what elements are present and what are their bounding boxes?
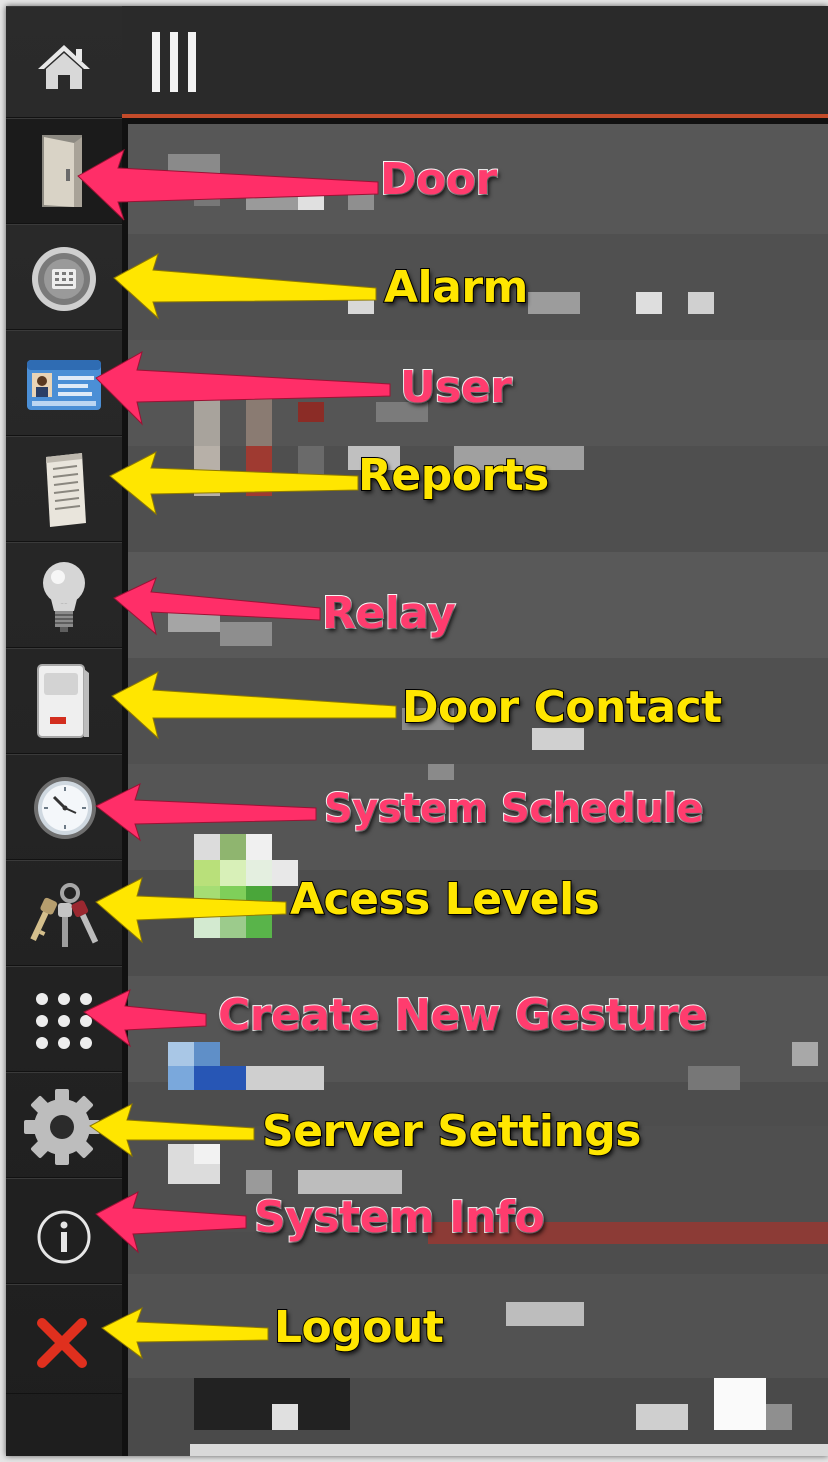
- annotation-relay: Relay: [321, 587, 457, 640]
- annotation-door: Door: [379, 153, 498, 206]
- arrow-system-schedule: [95, 783, 317, 842]
- arrow-logout: [101, 1306, 269, 1360]
- annotation-system-schedule: System Schedule: [323, 785, 705, 833]
- arrow-alarm: [113, 252, 377, 320]
- arrow-system-info: [95, 1190, 247, 1254]
- annotation-logout: Logout: [273, 1301, 445, 1354]
- app-window: Door Alarm User Reports Relay Door Conta…: [6, 6, 828, 1456]
- annotation-create-gesture: Create New Gesture: [217, 989, 709, 1042]
- arrow-server-settings: [89, 1102, 255, 1158]
- arrow-access-levels: [95, 877, 287, 944]
- annotation-reports: Reports: [357, 449, 550, 502]
- arrow-door: [77, 148, 379, 221]
- arrow-door-contact: [111, 671, 397, 740]
- annotation-system-info: System Info: [253, 1191, 546, 1244]
- arrow-relay: [113, 577, 321, 636]
- arrow-user: [95, 350, 391, 426]
- annotation-alarm: Alarm: [383, 261, 529, 314]
- annotation-user: User: [399, 361, 513, 414]
- annotation-server-settings: Server Settings: [261, 1105, 642, 1158]
- arrow-reports: [109, 450, 359, 516]
- annotation-door-contact: Door Contact: [401, 681, 723, 734]
- annotation-access-levels: Acess Levels: [289, 873, 601, 926]
- arrow-create-gesture: [83, 989, 207, 1048]
